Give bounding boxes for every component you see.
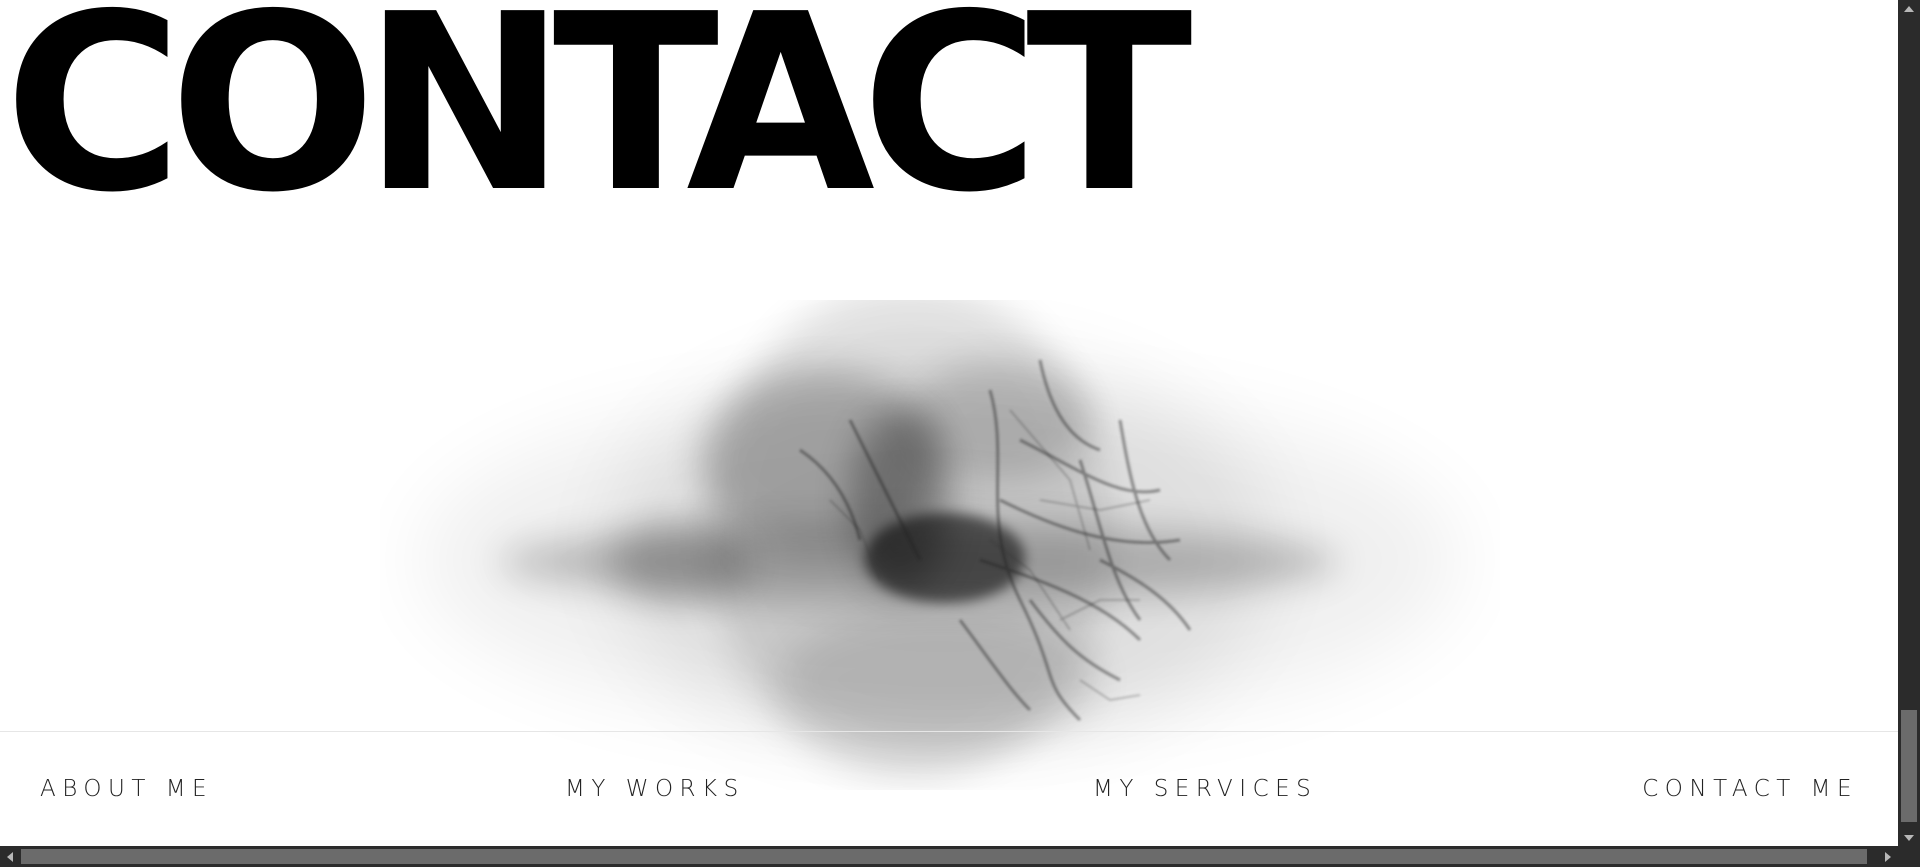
vertical-scrollbar[interactable] — [1898, 0, 1920, 846]
nav-link-my-works[interactable]: MY WORKS — [565, 776, 745, 802]
page-title: CONTACT — [4, 0, 1193, 246]
nav-link-about-me[interactable]: ABOUT ME — [40, 776, 213, 802]
scroll-down-arrow-icon[interactable] — [1898, 829, 1920, 846]
scroll-right-arrow-icon[interactable] — [1878, 846, 1898, 867]
footer-nav: ABOUT ME MY WORKS MY SERVICES CONTACT ME — [0, 732, 1898, 846]
nav-link-contact-me[interactable]: CONTACT ME — [1642, 776, 1858, 802]
scrollbar-corner — [1898, 846, 1920, 867]
scroll-up-arrow-icon[interactable] — [1898, 0, 1920, 17]
nav-link-my-services[interactable]: MY SERVICES — [1093, 776, 1317, 802]
scroll-left-arrow-icon[interactable] — [0, 846, 20, 867]
page-viewport: CONTACT ABOUT ME MY WORKS MY SERVICES CO… — [0, 0, 1898, 846]
horizontal-scrollbar[interactable] — [0, 846, 1898, 867]
hero-portrait-image — [420, 300, 1460, 780]
vertical-scrollbar-thumb[interactable] — [1901, 710, 1917, 822]
horizontal-scrollbar-thumb[interactable] — [21, 849, 1867, 864]
